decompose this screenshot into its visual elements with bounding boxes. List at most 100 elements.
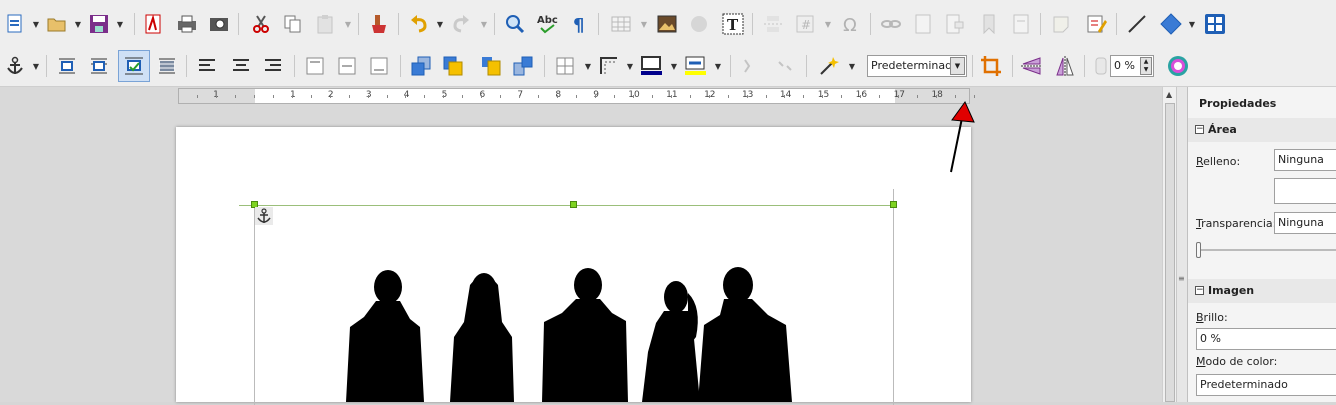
draw-functions-icon[interactable] (1204, 13, 1226, 35)
transparency-spinbox[interactable]: 0 % ▲ ▼ (1110, 55, 1154, 77)
cross-reference-icon[interactable] (1010, 13, 1032, 35)
find-replace-icon[interactable] (504, 13, 526, 35)
align-bottom-icon[interactable] (368, 55, 390, 77)
insert-field-icon[interactable]: # (794, 13, 816, 35)
transparency-select[interactable]: Ninguna (1274, 212, 1336, 234)
scrollbar-thumb[interactable] (1165, 103, 1175, 402)
comment-icon[interactable] (1050, 13, 1072, 35)
paste-icon[interactable] (314, 13, 336, 35)
wrap-optimal-icon[interactable] (118, 50, 150, 82)
align-right-icon[interactable] (262, 55, 284, 77)
copy-icon[interactable] (282, 13, 304, 35)
vertical-scrollbar[interactable]: ▲ (1162, 87, 1177, 402)
save-icon[interactable] (88, 13, 110, 35)
formatting-marks-icon[interactable]: ¶ (568, 13, 590, 35)
print-icon[interactable] (176, 13, 198, 35)
scroll-up-icon[interactable]: ▲ (1166, 90, 1172, 99)
page-break-icon[interactable] (762, 13, 784, 35)
border-color-dropdown-icon[interactable]: ▼ (670, 55, 678, 77)
image-section-header[interactable]: − Imagen (1188, 279, 1336, 303)
align-middle-icon[interactable] (336, 55, 358, 77)
combobox-arrow-icon[interactable]: ▼ (950, 57, 965, 75)
spelling-icon[interactable]: Abc (536, 13, 558, 35)
people-silhouettes-image[interactable] (336, 267, 806, 402)
new-dropdown-icon[interactable]: ▼ (32, 13, 40, 35)
grip-icon[interactable]: ≡ (1178, 275, 1186, 285)
area-style-icon[interactable] (684, 55, 706, 77)
sidebar-deck-handle[interactable]: ≡ (1176, 87, 1187, 402)
forward-one-icon[interactable] (480, 55, 502, 77)
area-section-header[interactable]: − Área (1188, 118, 1336, 142)
undo-icon[interactable] (408, 13, 430, 35)
fontwork-icon[interactable] (818, 55, 840, 77)
flip-vertical-icon[interactable] (1020, 55, 1042, 77)
resize-handle[interactable] (570, 201, 577, 208)
line-icon[interactable] (1126, 13, 1148, 35)
align-top-icon[interactable] (304, 55, 326, 77)
new-document-icon[interactable] (4, 13, 26, 35)
fontwork-dropdown-icon[interactable]: ▼ (848, 55, 856, 77)
anchor-icon[interactable] (4, 55, 26, 77)
border-style-icon[interactable] (598, 55, 620, 77)
special-character-icon[interactable]: Ω (840, 13, 862, 35)
clone-formatting-icon[interactable] (368, 13, 390, 35)
footnote-icon[interactable] (912, 13, 934, 35)
print-preview-icon[interactable] (208, 13, 230, 35)
resize-handle[interactable] (890, 201, 897, 208)
image-filter-icon[interactable] (1166, 55, 1188, 77)
hyperlink-icon[interactable] (880, 13, 902, 35)
basic-shapes-icon[interactable] (1160, 13, 1182, 35)
save-dropdown-icon[interactable]: ▼ (116, 13, 124, 35)
borders-icon[interactable] (554, 55, 576, 77)
backward-one-icon[interactable] (512, 55, 534, 77)
area-heading: Área (1208, 123, 1237, 136)
shapes-dropdown-icon[interactable]: ▼ (1188, 13, 1196, 35)
flip-horizontal-icon[interactable] (1054, 55, 1076, 77)
wrap-page-icon[interactable] (88, 55, 110, 77)
paste-dropdown-icon[interactable]: ▼ (344, 13, 352, 35)
frame-anchor-icon[interactable] (255, 207, 273, 225)
fill-detail-select[interactable] (1274, 178, 1336, 204)
color-mode-select[interactable]: Predeterminado (1196, 374, 1336, 396)
undo-dropdown-icon[interactable]: ▼ (436, 13, 444, 35)
cut-icon[interactable] (250, 13, 272, 35)
link-frames-icon[interactable] (738, 55, 760, 77)
track-changes-icon[interactable] (1086, 13, 1108, 35)
table-dropdown-icon[interactable]: ▼ (640, 13, 648, 35)
transparency-slider-track[interactable] (1198, 249, 1336, 251)
bring-to-front-icon[interactable] (410, 55, 432, 77)
anchor-dropdown-icon[interactable]: ▼ (32, 55, 40, 77)
insert-chart-icon[interactable] (688, 13, 710, 35)
open-folder-icon[interactable] (46, 13, 68, 35)
align-center-icon[interactable] (230, 55, 252, 77)
horizontal-ruler[interactable]: 1123456789101112131415161718 (178, 88, 975, 104)
area-style-dropdown-icon[interactable]: ▼ (714, 55, 722, 77)
wrap-off-icon[interactable] (56, 55, 78, 77)
send-to-back-icon[interactable] (442, 55, 464, 77)
collapse-icon[interactable]: − (1195, 125, 1204, 134)
bookmark-icon[interactable] (978, 13, 1000, 35)
insert-image-icon[interactable] (656, 13, 678, 35)
redo-icon[interactable] (450, 13, 472, 35)
border-color-icon[interactable] (640, 55, 662, 77)
fill-select[interactable]: Ninguna (1274, 149, 1336, 171)
collapse-icon[interactable]: − (1195, 286, 1204, 295)
open-dropdown-icon[interactable]: ▼ (74, 13, 82, 35)
border-style-dropdown-icon[interactable]: ▼ (626, 55, 634, 77)
transparency-slider-handle[interactable] (1196, 242, 1201, 258)
wrap-combobox[interactable]: Predeterminado ▼ (867, 55, 967, 77)
align-left-icon[interactable] (196, 55, 218, 77)
crop-icon[interactable] (980, 55, 1002, 77)
insert-textbox-icon[interactable]: T (722, 13, 744, 35)
wrap-through-icon[interactable] (156, 55, 178, 77)
spin-arrows-icon[interactable]: ▲ ▼ (1140, 57, 1152, 75)
field-dropdown-icon[interactable]: ▼ (824, 13, 832, 35)
insert-table-icon[interactable] (610, 13, 632, 35)
borders-dropdown-icon[interactable]: ▼ (584, 55, 592, 77)
brightness-spinbox[interactable]: 0 % (1196, 328, 1336, 350)
redo-dropdown-icon[interactable]: ▼ (480, 13, 488, 35)
unlink-frames-icon[interactable] (774, 55, 796, 77)
export-pdf-icon[interactable] (142, 13, 164, 35)
document-page[interactable] (176, 127, 971, 405)
endnote-icon[interactable] (944, 13, 966, 35)
